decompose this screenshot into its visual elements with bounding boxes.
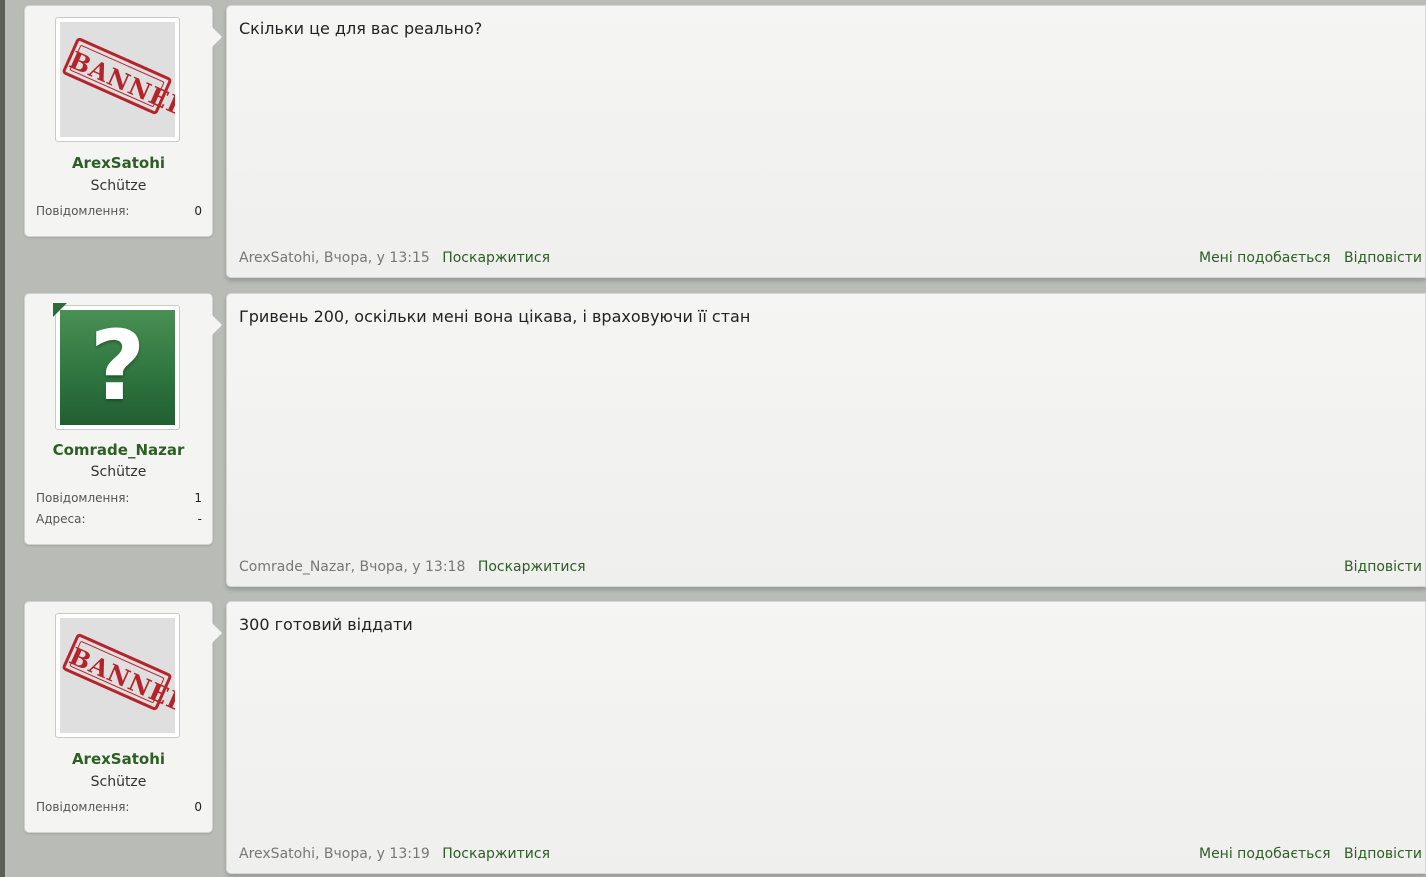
reply-link[interactable]: Відповісти — [1344, 846, 1422, 862]
user-rank: Schütze — [90, 178, 147, 194]
avatar[interactable]: BANNED — [55, 17, 180, 142]
post: BANNED ArexSatohi Schütze Повідомлення: … — [24, 601, 1426, 877]
post-meta: Comrade_Nazar, Вчора, у 13:18 Поскаржити… — [239, 559, 586, 575]
stat-label: Повідомлення: — [36, 204, 130, 218]
reply-link[interactable]: Відповісти — [1344, 250, 1422, 266]
avatar[interactable]: BANNED — [55, 613, 180, 738]
user-rank: Schütze — [90, 774, 147, 790]
message-text: Скільки це для вас реально? — [239, 19, 483, 38]
post-date[interactable]: Вчора, у 13:18 — [359, 559, 465, 575]
post-meta: ArexSatohi, Вчора, у 13:15 Поскаржитися — [239, 250, 551, 266]
message-body: Гривень 200, оскільки мені вона цікава, … — [226, 293, 1426, 587]
post-actions: Відповісти — [1335, 559, 1422, 575]
question-mark-icon: ? — [89, 310, 146, 422]
stat-address: Адреса: - — [36, 512, 202, 526]
report-link[interactable]: Поскаржитися — [478, 559, 586, 575]
post-author[interactable]: Comrade_Nazar — [239, 559, 351, 575]
reply-link[interactable]: Відповісти — [1344, 559, 1422, 575]
post-meta: ArexSatohi, Вчора, у 13:19 Поскаржитися — [239, 846, 551, 862]
username[interactable]: Comrade_Nazar — [25, 441, 212, 459]
avatar[interactable]: ? — [55, 305, 180, 430]
card-arrow — [212, 315, 222, 335]
stat-messages: Повідомлення: 0 — [36, 800, 202, 814]
avatar-image: ? — [60, 310, 175, 425]
user-card: BANNED ArexSatohi Schütze Повідомлення: … — [24, 5, 222, 237]
report-link[interactable]: Поскаржитися — [442, 846, 550, 862]
like-link[interactable]: Мені подобається — [1199, 250, 1331, 266]
username[interactable]: ArexSatohi — [25, 750, 212, 768]
stat-messages: Повідомлення: 1 — [36, 491, 202, 505]
post: BANNED ArexSatohi Schütze Повідомлення: … — [24, 5, 1426, 278]
post-author[interactable]: ArexSatohi — [239, 846, 315, 862]
report-link[interactable]: Поскаржитися — [442, 250, 550, 266]
stat-label: Повідомлення: — [36, 800, 130, 814]
stat-label: Адреса: — [36, 512, 86, 526]
stat-value: 0 — [194, 204, 202, 218]
stat-value: 0 — [194, 800, 202, 814]
post-date[interactable]: Вчора, у 13:19 — [324, 846, 430, 862]
avatar-image: BANNED — [60, 22, 175, 137]
post-date[interactable]: Вчора, у 13:15 — [324, 250, 430, 266]
post-author[interactable]: ArexSatohi — [239, 250, 315, 266]
message-body: 300 готовий віддати ArexSatohi, Вчора, у… — [226, 601, 1426, 874]
banned-stamp-icon: BANNED — [61, 632, 175, 720]
like-link[interactable]: Мені подобається — [1199, 846, 1331, 862]
post-actions: Мені подобається Відповісти — [1190, 250, 1422, 266]
message-body: Скільки це для вас реально? ArexSatohi, … — [226, 5, 1426, 278]
stat-label: Повідомлення: — [36, 491, 130, 505]
online-flag-icon — [53, 303, 67, 317]
card-arrow — [212, 623, 222, 643]
user-rank: Schütze — [90, 464, 147, 480]
post-actions: Мені подобається Відповісти — [1190, 846, 1422, 862]
banned-stamp-icon: BANNED — [61, 36, 175, 124]
avatar-image: BANNED — [60, 618, 175, 733]
user-card: ? Comrade_Nazar Schütze Повідомлення: 1 … — [24, 293, 222, 545]
username[interactable]: ArexSatohi — [25, 154, 212, 172]
message-text: 300 готовий віддати — [239, 615, 413, 634]
stat-value: - — [197, 512, 202, 526]
stat-messages: Повідомлення: 0 — [36, 204, 202, 218]
message-text: Гривень 200, оскільки мені вона цікава, … — [239, 307, 751, 326]
left-edge-border — [0, 0, 5, 877]
post: ? Comrade_Nazar Schütze Повідомлення: 1 … — [24, 293, 1426, 587]
card-arrow — [212, 27, 222, 47]
user-card: BANNED ArexSatohi Schütze Повідомлення: … — [24, 601, 222, 833]
stat-value: 1 — [194, 491, 202, 505]
